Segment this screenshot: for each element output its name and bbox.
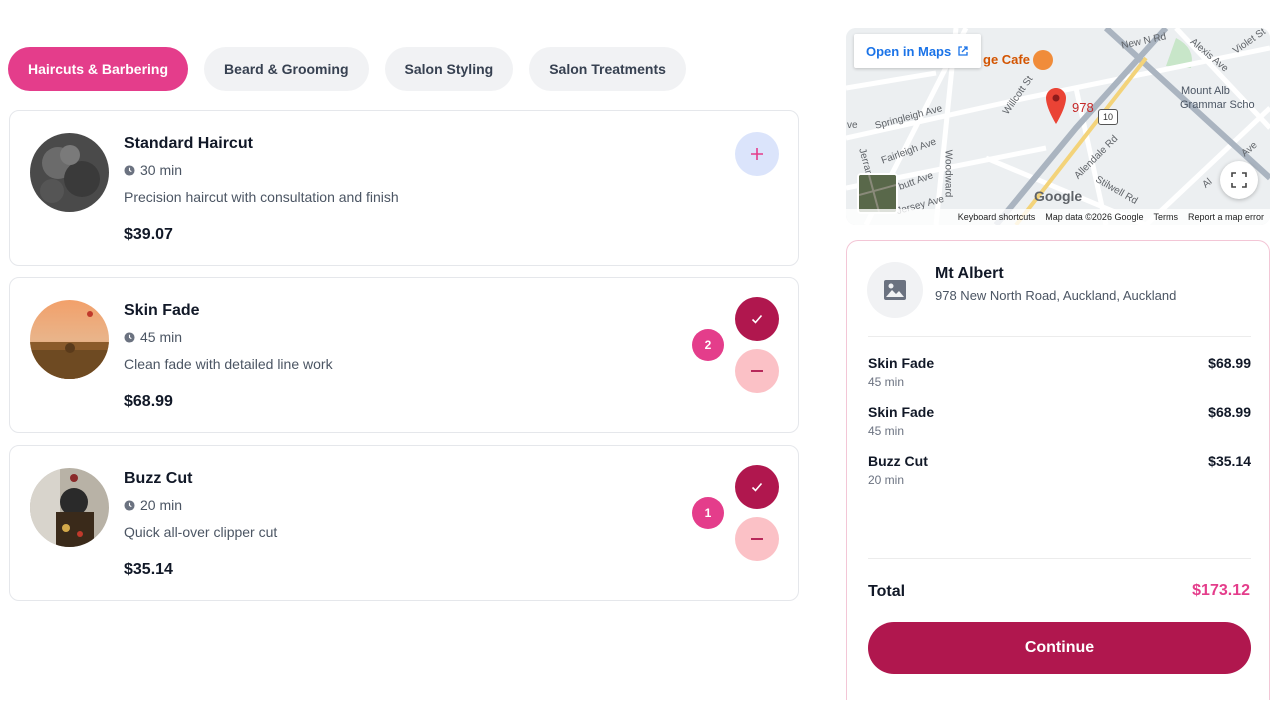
- service-name: Skin Fade: [124, 302, 200, 319]
- report-map-error-link[interactable]: Report a map error: [1188, 212, 1264, 222]
- location-address: 978 New North Road, Auckland, Auckland: [935, 288, 1177, 303]
- line-item-name: Buzz Cut: [868, 453, 928, 469]
- location-map[interactable]: Open in Maps ge Cafe 978 10 Mount Alb Gr…: [846, 28, 1270, 225]
- summary-line-item: Buzz Cut 20 min $35.14: [868, 453, 1251, 487]
- service-description: Precision haircut with consultation and …: [124, 189, 399, 205]
- add-service-button[interactable]: [735, 132, 779, 176]
- tab-salon-treatments[interactable]: Salon Treatments: [529, 47, 686, 91]
- service-name: Buzz Cut: [124, 470, 193, 487]
- divider: [868, 558, 1251, 559]
- line-item-duration: 20 min: [868, 473, 905, 487]
- line-item-price: $68.99: [1208, 404, 1251, 420]
- summary-line-item: Skin Fade 45 min $68.99: [868, 404, 1251, 438]
- service-description: Quick all-over clipper cut: [124, 524, 278, 540]
- category-tabs: Haircuts & Barbering Beard & Grooming Sa…: [8, 47, 686, 91]
- clock-icon: [124, 499, 135, 511]
- minus-icon: [751, 538, 763, 540]
- service-thumbnail: [30, 133, 109, 212]
- service-duration-text: 30 min: [140, 162, 183, 178]
- line-item-duration: 45 min: [868, 424, 905, 438]
- service-card-standard-haircut: Standard Haircut 30 min Precision haircu…: [9, 110, 799, 266]
- remove-one-button[interactable]: [735, 517, 779, 561]
- service-duration-text: 45 min: [140, 329, 183, 345]
- line-item-name: Skin Fade: [868, 404, 935, 420]
- route-shield: 10: [1098, 109, 1118, 125]
- continue-button[interactable]: Continue: [868, 622, 1251, 674]
- map-place-label: Mount Alb: [1181, 85, 1230, 97]
- selected-check-button[interactable]: [735, 465, 779, 509]
- service-duration: 20 min: [124, 497, 182, 513]
- service-duration: 30 min: [124, 162, 182, 178]
- service-thumbnail: [30, 468, 109, 547]
- cafe-label: ge Cafe: [983, 52, 1030, 67]
- quantity-badge: 1: [692, 497, 724, 529]
- quantity-badge: 2: [692, 329, 724, 361]
- satellite-preview-icon: [859, 175, 896, 212]
- summary-line-item: Skin Fade 45 min $68.99: [868, 355, 1251, 389]
- satellite-toggle[interactable]: [857, 173, 898, 214]
- tab-salon-styling[interactable]: Salon Styling: [384, 47, 514, 91]
- location-name: Mt Albert: [935, 265, 1004, 282]
- selected-check-button[interactable]: [735, 297, 779, 341]
- keyboard-shortcuts-link[interactable]: Keyboard shortcuts: [958, 212, 1036, 222]
- total-label: Total: [868, 583, 906, 600]
- remove-one-button[interactable]: [735, 349, 779, 393]
- check-icon: [751, 482, 763, 492]
- line-item-name: Skin Fade: [868, 355, 935, 371]
- clock-icon: [124, 331, 135, 343]
- service-price: $35.14: [124, 561, 173, 578]
- external-link-icon: [958, 46, 968, 56]
- map-place-label: Grammar Scho: [1180, 99, 1255, 111]
- location-avatar: [867, 262, 923, 318]
- service-description: Clean fade with detailed line work: [124, 356, 333, 372]
- booking-page: Haircuts & Barbering Beard & Grooming Sa…: [0, 0, 1280, 720]
- service-duration: 45 min: [124, 329, 182, 345]
- service-price: $68.99: [124, 393, 173, 410]
- line-item-duration: 45 min: [868, 375, 905, 389]
- minus-icon: [751, 370, 763, 372]
- terms-link[interactable]: Terms: [1153, 212, 1178, 222]
- service-name: Standard Haircut: [124, 135, 253, 152]
- line-item-price: $68.99: [1208, 355, 1251, 371]
- open-in-maps-button[interactable]: Open in Maps: [854, 34, 982, 68]
- booking-summary: Mt Albert 978 New North Road, Auckland, …: [846, 240, 1270, 700]
- cafe-icon: [1033, 50, 1053, 70]
- service-card-buzz-cut: Buzz Cut 20 min Quick all-over clipper c…: [9, 445, 799, 601]
- clock-icon: [124, 164, 135, 176]
- divider: [868, 336, 1251, 337]
- street-label: ve: [847, 120, 858, 131]
- fullscreen-button[interactable]: [1220, 161, 1258, 199]
- tab-beard-grooming[interactable]: Beard & Grooming: [204, 47, 369, 91]
- street-label: Woodward: [942, 149, 954, 198]
- fullscreen-icon: [1231, 172, 1247, 188]
- map-data-text: Map data ©2026 Google: [1045, 212, 1144, 222]
- map-attribution: Keyboard shortcuts Map data ©2026 Google…: [846, 209, 1270, 225]
- map-pin-label: 978: [1072, 100, 1094, 115]
- service-card-skin-fade: Skin Fade 45 min Clean fade with detaile…: [9, 277, 799, 433]
- service-duration-text: 20 min: [140, 497, 183, 513]
- check-icon: [751, 314, 763, 324]
- line-item-price: $35.14: [1208, 453, 1251, 469]
- open-in-maps-label: Open in Maps: [866, 43, 952, 59]
- service-thumbnail: [30, 300, 109, 379]
- image-placeholder-icon: [884, 280, 906, 300]
- service-price: $39.07: [124, 226, 173, 243]
- tab-haircuts-barbering[interactable]: Haircuts & Barbering: [8, 47, 189, 91]
- plus-icon: [751, 148, 763, 160]
- total-value: $173.12: [1192, 582, 1250, 599]
- google-logo: Google: [1034, 188, 1083, 204]
